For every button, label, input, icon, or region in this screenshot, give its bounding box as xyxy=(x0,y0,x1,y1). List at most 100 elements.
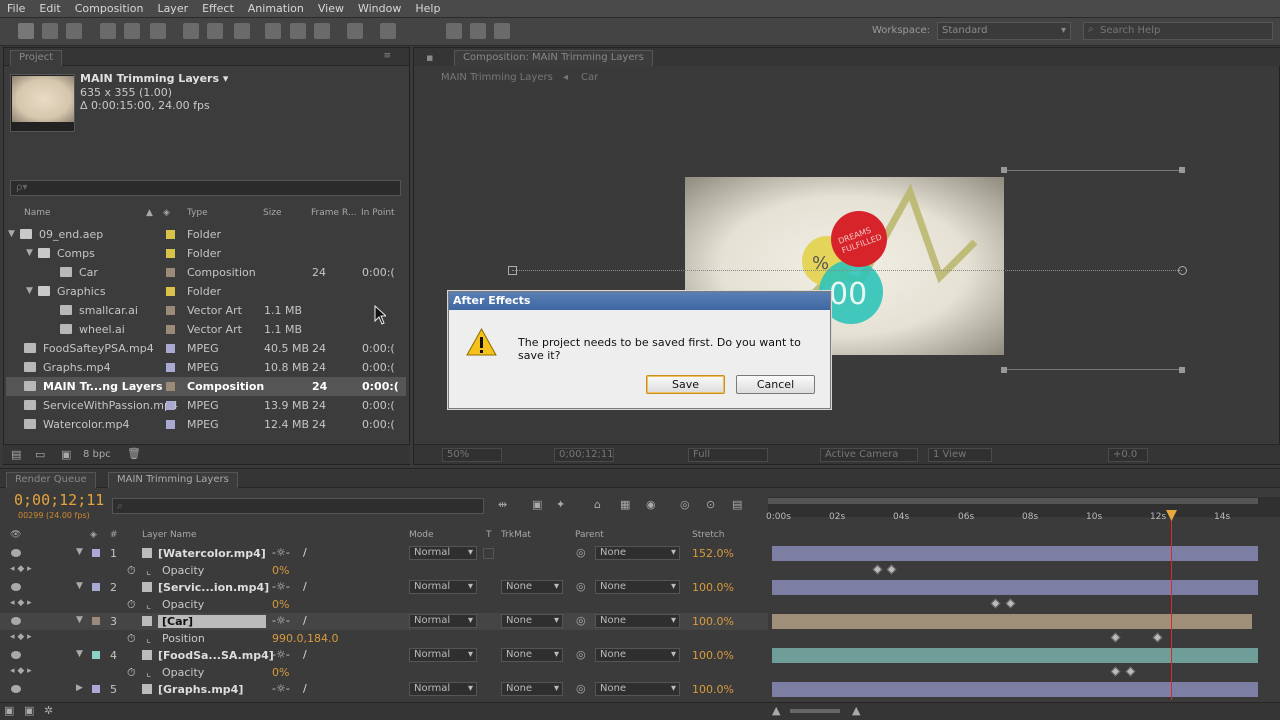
col-layer-name[interactable]: Layer Name xyxy=(142,530,197,540)
new-composition-icon[interactable]: ▣ xyxy=(61,448,71,461)
col-stretch[interactable]: Stretch xyxy=(692,530,724,540)
label-color-swatch[interactable] xyxy=(166,268,175,277)
brush-tool-icon[interactable] xyxy=(265,23,281,39)
draft-3d-icon[interactable]: ✦ xyxy=(556,498,565,511)
col-size[interactable]: Size xyxy=(263,208,281,222)
save-button[interactable]: Save xyxy=(646,375,725,394)
shy-layers-icon[interactable]: ⌂ xyxy=(594,498,601,511)
menu-layer[interactable]: Layer xyxy=(150,2,195,15)
toggle-switches-icon[interactable]: ▣ xyxy=(4,704,14,717)
twirl-arrow-icon[interactable]: ▼ xyxy=(76,581,83,591)
property-row[interactable]: ◂ ◆ ▸ ⏱ ⌞ Opacity 0% xyxy=(0,664,768,681)
zoom-tool-icon[interactable] xyxy=(66,23,82,39)
camera-select[interactable]: Active Camera xyxy=(820,448,918,462)
mode-select[interactable]: Normal ▾ xyxy=(409,614,477,628)
twirl-arrow-icon[interactable]: ▼ xyxy=(76,649,83,659)
expand-arrow-icon[interactable]: ▼ xyxy=(26,286,33,296)
project-item-row[interactable]: Watercolor.mp4 MPEG 12.4 MB 24 0:00:( xyxy=(6,415,406,434)
eye-icon[interactable] xyxy=(11,583,21,591)
layer-bounding-box[interactable] xyxy=(1004,170,1182,370)
world-axis-icon[interactable] xyxy=(470,23,486,39)
label-color-swatch[interactable] xyxy=(166,344,175,353)
label-color-swatch[interactable] xyxy=(166,382,175,391)
pick-whip-icon[interactable]: ◎ xyxy=(576,648,586,661)
graph-icon[interactable]: ⌞ xyxy=(146,632,151,645)
layer-name[interactable]: [Car] xyxy=(158,615,266,628)
trkmat-select[interactable]: None ▾ xyxy=(501,614,563,628)
menu-file[interactable]: File xyxy=(0,2,32,15)
timeline-layer-row[interactable]: ▶ 5 [Graphs.mp4] -☼- / Normal ▾ None ▾ ◎ None ▾ 100.… xyxy=(0,681,768,698)
tab-timeline-main[interactable]: MAIN Trimming Layers xyxy=(108,472,238,488)
shy-switch-icon[interactable]: -☼- xyxy=(272,546,290,559)
layer-label-swatch[interactable] xyxy=(92,651,100,659)
brainstorm-icon[interactable]: ◎ xyxy=(680,498,690,511)
shy-switch-icon[interactable]: -☼- xyxy=(272,614,290,627)
mode-select[interactable]: Normal ▾ xyxy=(409,580,477,594)
axis-mode-icon[interactable] xyxy=(446,23,462,39)
layer-duration-bar[interactable] xyxy=(772,648,1258,663)
layer-duration-bar[interactable] xyxy=(772,546,1258,561)
menu-window[interactable]: Window xyxy=(351,2,408,15)
project-item-row[interactable]: MAIN Tr...ng Layers Composition 24 0:00:( xyxy=(6,377,406,396)
col-parent[interactable]: Parent xyxy=(575,530,604,540)
view-axis-icon[interactable] xyxy=(494,23,510,39)
layer-label-swatch[interactable] xyxy=(92,617,100,625)
cancel-button[interactable]: Cancel xyxy=(736,375,815,394)
keyframe-navigator-icon[interactable]: ◂ ◆ ▸ xyxy=(10,564,32,574)
menu-edit[interactable]: Edit xyxy=(32,2,67,15)
current-time-indicator[interactable] xyxy=(1171,510,1172,700)
menu-composition[interactable]: Composition xyxy=(68,2,151,15)
label-color-swatch[interactable] xyxy=(166,249,175,258)
panel-menu-icon[interactable]: ≡ xyxy=(383,51,391,61)
camera-tool-icon[interactable] xyxy=(124,23,140,39)
stretch-value[interactable]: 100.0% xyxy=(692,581,734,594)
timeline-layer-row[interactable]: ▼ 4 [FoodSa...SA.mp4] -☼- / Normal ▾ None ▾ ◎ None… xyxy=(0,647,768,664)
menu-view[interactable]: View xyxy=(311,2,351,15)
breadcrumb-main[interactable]: MAIN Trimming Layers xyxy=(441,72,553,83)
expand-arrow-icon[interactable]: ▼ xyxy=(8,229,15,239)
project-item-row[interactable]: ▼ Graphics Folder xyxy=(6,282,406,301)
graph-editor-icon[interactable]: ▤ xyxy=(732,498,742,511)
breadcrumb-car[interactable]: Car xyxy=(581,72,598,83)
label-color-swatch[interactable] xyxy=(166,420,175,429)
project-item-row[interactable]: FoodSafteyPSA.mp4 MPEG 40.5 MB 24 0:00:( xyxy=(6,339,406,358)
col-t[interactable]: T xyxy=(486,530,492,540)
clone-stamp-tool-icon[interactable] xyxy=(290,23,306,39)
layer-label-swatch[interactable] xyxy=(92,583,100,591)
twirl-arrow-icon[interactable]: ▼ xyxy=(76,547,83,557)
pen-tool-icon[interactable] xyxy=(207,23,223,39)
keyframe-navigator-icon[interactable]: ◂ ◆ ▸ xyxy=(10,598,32,608)
layer-name[interactable]: [Servic...ion.mp4] xyxy=(158,581,269,594)
property-row[interactable]: ◂ ◆ ▸ ⏱ ⌞ Opacity 0% xyxy=(0,596,768,613)
trkmat-select[interactable]: None ▾ xyxy=(501,580,563,594)
trkmat-select[interactable]: None ▾ xyxy=(501,648,563,662)
project-item-row[interactable]: wheel.ai Vector Art 1.1 MB xyxy=(6,320,406,339)
project-item-row[interactable]: ▼ Comps Folder xyxy=(6,244,406,263)
trash-icon[interactable]: 🗑 xyxy=(127,447,141,460)
layer-label-swatch[interactable] xyxy=(92,549,100,557)
lock-icon[interactable]: ▪ xyxy=(426,51,433,64)
menu-effect[interactable]: Effect xyxy=(195,2,241,15)
label-color-swatch[interactable] xyxy=(166,325,175,334)
shy-switch-icon[interactable]: -☼- xyxy=(272,648,290,661)
rotation-tool-icon[interactable] xyxy=(100,23,116,39)
quality-switch-icon[interactable]: / xyxy=(303,546,307,559)
layer-name[interactable]: [Watercolor.mp4] xyxy=(158,547,266,560)
label-color-swatch[interactable] xyxy=(166,363,175,372)
parent-select[interactable]: None ▾ xyxy=(595,546,680,560)
label-color-swatch[interactable] xyxy=(166,306,175,315)
zoom-slider[interactable] xyxy=(790,709,840,713)
eye-icon[interactable] xyxy=(11,617,21,625)
stopwatch-icon[interactable]: ⏱ xyxy=(127,632,136,646)
quality-switch-icon[interactable]: / xyxy=(303,580,307,593)
graph-icon[interactable]: ⌞ xyxy=(146,564,151,577)
new-folder-icon[interactable]: ▭ xyxy=(35,448,45,461)
mode-select[interactable]: Normal ▾ xyxy=(409,682,477,696)
layer-handle[interactable] xyxy=(1001,167,1007,173)
expand-arrow-icon[interactable]: ▼ xyxy=(26,248,33,258)
parent-select[interactable]: None ▾ xyxy=(595,648,680,662)
stretch-value[interactable]: 100.0% xyxy=(692,615,734,628)
property-row[interactable]: ◂ ◆ ▸ ⏱ ⌞ Opacity 0% xyxy=(0,562,768,579)
eye-icon[interactable] xyxy=(11,651,21,659)
shy-switch-icon[interactable]: -☼- xyxy=(272,580,290,593)
